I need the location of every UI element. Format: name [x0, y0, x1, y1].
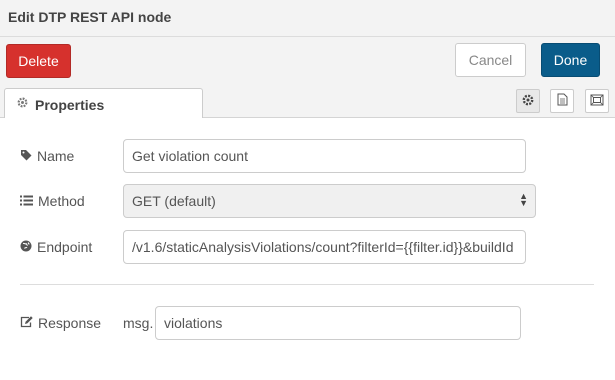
- dialog-title: Edit DTP REST API node: [8, 9, 172, 25]
- response-row-label: Response: [20, 315, 101, 331]
- response-input[interactable]: violations: [155, 306, 521, 340]
- globe-icon: [20, 239, 32, 255]
- delete-button[interactable]: Delete: [6, 44, 71, 78]
- method-value: GET (default): [132, 193, 216, 209]
- name-input[interactable]: Get violation count: [123, 139, 526, 173]
- cancel-button[interactable]: Cancel: [455, 43, 526, 77]
- endpoint-label: Endpoint: [37, 239, 93, 255]
- select-arrows-icon: ▲ ▼: [519, 191, 528, 208]
- name-row-label: Name: [20, 148, 74, 164]
- properties-panel: Name Get violation count Method GET (def…: [0, 118, 615, 380]
- response-label: Response: [38, 315, 102, 331]
- tab-properties[interactable]: Properties: [4, 88, 203, 119]
- edit-icon: [20, 315, 33, 331]
- tag-icon: [20, 148, 32, 164]
- document-icon: [557, 93, 568, 109]
- gear-icon: [17, 97, 28, 111]
- settings-tab-button[interactable]: [516, 89, 540, 113]
- tab-bar: Properties: [0, 85, 615, 119]
- gear-icon: [522, 93, 534, 109]
- appearance-tab-button[interactable]: [585, 89, 609, 113]
- list-icon: [20, 193, 33, 209]
- method-select[interactable]: GET (default) ▲ ▼: [123, 184, 536, 218]
- method-row-label: Method: [20, 193, 85, 209]
- msg-prefix: msg.: [123, 315, 154, 331]
- dialog-toolbar: Delete Cancel Done: [0, 37, 615, 85]
- frame-icon: [590, 93, 604, 109]
- tab-label: Properties: [35, 97, 105, 113]
- endpoint-row-label: Endpoint: [20, 239, 92, 255]
- endpoint-input[interactable]: /v1.6/staticAnalysisViolations/count?fil…: [123, 230, 526, 264]
- name-label: Name: [37, 148, 75, 164]
- done-button[interactable]: Done: [541, 43, 600, 77]
- method-label: Method: [38, 193, 85, 209]
- description-tab-button[interactable]: [550, 89, 574, 113]
- dialog-header: Edit DTP REST API node: [0, 0, 615, 37]
- divider: [20, 284, 594, 285]
